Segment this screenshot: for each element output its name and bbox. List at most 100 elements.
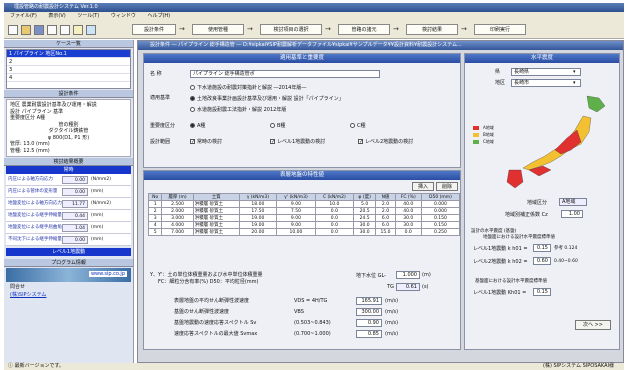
check-level1-checkbox[interactable]: ✓ bbox=[270, 139, 275, 145]
pref-select[interactable]: 長崎県 bbox=[511, 67, 581, 76]
soil-cell[interactable]: 19.00 bbox=[238, 214, 277, 222]
check-normal-checkbox[interactable]: ✓ bbox=[190, 139, 195, 145]
soil-cell[interactable]: 20.00 bbox=[238, 228, 277, 236]
soil-cell[interactable]: 0.0 bbox=[394, 228, 422, 236]
url-link[interactable]: www.sip.co.jp bbox=[88, 271, 127, 277]
soil-cell[interactable]: 0.000 bbox=[420, 200, 461, 208]
k3-input[interactable]: 0.15 bbox=[533, 288, 551, 296]
soil-cell[interactable]: 0.150 bbox=[420, 214, 461, 222]
soil-cell[interactable]: 0.0 bbox=[314, 207, 354, 215]
std-radio[interactable] bbox=[190, 85, 195, 90]
design-value-input[interactable]: 300.00 bbox=[356, 307, 382, 316]
soil-cell[interactable]: 3 bbox=[147, 214, 163, 222]
menu-help[interactable]: ヘルプ(H) bbox=[147, 13, 170, 19]
soil-cell[interactable]: 40.0 bbox=[394, 207, 422, 215]
table-row[interactable]: 2 2.000 洪積層 砂質土 17.50 7.50 0.0 20.5 2.0 40.0 0.00… bbox=[147, 207, 461, 215]
table-row[interactable]: 3 3.000 洪積層 砂質土 19.00 9.00 0.0 24.5 6.0 30.0 0.15… bbox=[147, 214, 461, 222]
step-check-items[interactable]: 検討項目の選択 bbox=[260, 24, 322, 35]
soil-cell[interactable]: 洪積層 砂質土 bbox=[192, 228, 240, 236]
soil-cell[interactable]: 19.00 bbox=[238, 221, 277, 229]
soil-cell[interactable]: 3.000 bbox=[161, 214, 194, 222]
chevron-down-icon[interactable]: ▾ bbox=[573, 69, 576, 75]
soil-cell[interactable]: 4 bbox=[147, 221, 163, 229]
next-button[interactable]: 次へ >> bbox=[575, 320, 611, 330]
soil-cell[interactable]: 9.00 bbox=[275, 214, 316, 222]
company-link[interactable]: (株)SIPシステム bbox=[10, 291, 127, 298]
soil-cell[interactable]: 18.00 bbox=[238, 200, 277, 208]
coef-input[interactable]: 1.00 bbox=[561, 210, 583, 218]
soil-cell[interactable]: 6.0 bbox=[375, 214, 396, 222]
soil-cell[interactable]: 30.0 bbox=[394, 221, 422, 229]
soil-cell[interactable]: 洪積層 砂質土 bbox=[192, 214, 240, 222]
soil-cell[interactable]: 4.000 bbox=[161, 221, 194, 229]
step-design-conditions[interactable]: 設計条件 bbox=[132, 24, 176, 35]
soil-cell[interactable]: 0.0 bbox=[314, 214, 354, 222]
importance-radio[interactable] bbox=[190, 123, 195, 128]
step-print[interactable]: 印刷実行 bbox=[474, 24, 526, 35]
area-select[interactable]: 長崎市 bbox=[511, 78, 581, 87]
step-pipe-specs[interactable]: 管路の諸元 bbox=[338, 24, 390, 35]
print-icon[interactable] bbox=[47, 25, 57, 35]
importance-radio[interactable] bbox=[270, 123, 275, 128]
soil-cell[interactable]: 6.0 bbox=[375, 221, 396, 229]
table-row[interactable]: 5 7.000 洪積層 砂質土 20.00 10.00 0.0 30.0 15.0 0.0 0.2… bbox=[147, 228, 461, 236]
insert-button[interactable]: 挿入 bbox=[412, 182, 434, 191]
menu-tools[interactable]: ツール(T) bbox=[77, 13, 99, 19]
chevron-down-icon[interactable]: ▾ bbox=[573, 80, 576, 86]
soil-cell[interactable]: 5 bbox=[147, 228, 163, 236]
soil-cell[interactable]: 10.00 bbox=[275, 228, 316, 236]
soil-cell[interactable]: 0.0 bbox=[314, 221, 354, 229]
soil-cell[interactable]: 9.00 bbox=[275, 221, 316, 229]
menu-view[interactable]: 表示(V) bbox=[48, 13, 65, 19]
soil-cell[interactable]: 10.0 bbox=[314, 200, 354, 208]
delete-button[interactable]: 削除 bbox=[436, 182, 458, 191]
std-radio[interactable] bbox=[190, 96, 195, 101]
case-item[interactable]: 3 bbox=[7, 66, 130, 74]
soil-cell[interactable]: 2 bbox=[147, 207, 163, 215]
open-folder-icon[interactable] bbox=[21, 25, 31, 35]
case-item[interactable]: 4 bbox=[7, 74, 130, 82]
table-row[interactable]: 1 2.500 洪積層 砂質土 18.00 9.00 10.0 5.0 2.0 40.0 0.00… bbox=[147, 200, 461, 208]
soil-cell[interactable]: 0.250 bbox=[420, 228, 461, 236]
tool-icon[interactable] bbox=[86, 25, 96, 35]
soil-cell[interactable]: 7.000 bbox=[161, 228, 194, 236]
soil-cell[interactable]: 2.0 bbox=[375, 200, 396, 208]
new-file-icon[interactable] bbox=[8, 25, 18, 35]
soil-cell[interactable]: 洪積層 砂質土 bbox=[192, 221, 240, 229]
std-radio[interactable] bbox=[190, 107, 195, 112]
soil-cell[interactable]: 24.5 bbox=[352, 214, 377, 222]
soil-cell[interactable]: 5.0 bbox=[352, 200, 377, 208]
soil-cell[interactable]: 洪積層 砂質土 bbox=[192, 207, 240, 215]
menu-file[interactable]: ファイル(F) bbox=[10, 13, 37, 19]
soil-cell[interactable]: 17.50 bbox=[238, 207, 277, 215]
soil-cell[interactable]: 1 bbox=[147, 200, 163, 208]
soil-cell[interactable]: 30.0 bbox=[352, 228, 377, 236]
soil-cell[interactable]: 9.00 bbox=[275, 200, 316, 208]
soil-cell[interactable]: 40.0 bbox=[394, 200, 422, 208]
importance-radio[interactable] bbox=[350, 123, 355, 128]
soil-cell[interactable]: 30.0 bbox=[394, 214, 422, 222]
step-pipe-type[interactable]: 使用管種 bbox=[192, 24, 244, 35]
design-value-input[interactable]: 0.90 bbox=[356, 318, 382, 327]
soil-cell[interactable]: 洪積層 砂質土 bbox=[192, 200, 240, 208]
k2-input[interactable]: 0.60 bbox=[533, 257, 551, 265]
soil-cell[interactable]: 0.0 bbox=[314, 228, 354, 236]
case-item[interactable]: 1 パイプライン 地区No.1 bbox=[7, 50, 130, 58]
soil-cell[interactable]: 0.150 bbox=[420, 221, 461, 229]
help-icon[interactable] bbox=[73, 25, 83, 35]
case-item[interactable]: 2 bbox=[7, 58, 130, 66]
design-value-input[interactable]: 165.91 bbox=[356, 296, 382, 305]
soil-cell[interactable]: 15.0 bbox=[375, 228, 396, 236]
design-value-input[interactable]: 0.85 bbox=[356, 329, 382, 338]
save-icon[interactable] bbox=[34, 25, 44, 35]
soil-cell[interactable]: 7.50 bbox=[275, 207, 316, 215]
table-row[interactable]: 4 4.000 洪積層 砂質土 19.00 9.00 0.0 30.0 6.0 30.0 0.15… bbox=[147, 221, 461, 229]
name-input[interactable]: パイプライン 総手構造管ポ bbox=[190, 69, 380, 78]
soil-cell[interactable]: 30.0 bbox=[352, 221, 377, 229]
menu-window[interactable]: ウィンドウ bbox=[111, 13, 136, 19]
soil-cell[interactable]: 2.0 bbox=[375, 207, 396, 215]
soil-cell[interactable]: 20.5 bbox=[352, 207, 377, 215]
k1-input[interactable]: 0.15 bbox=[533, 244, 551, 252]
preview-icon[interactable] bbox=[60, 25, 70, 35]
soil-cell[interactable]: 0.000 bbox=[420, 207, 461, 215]
